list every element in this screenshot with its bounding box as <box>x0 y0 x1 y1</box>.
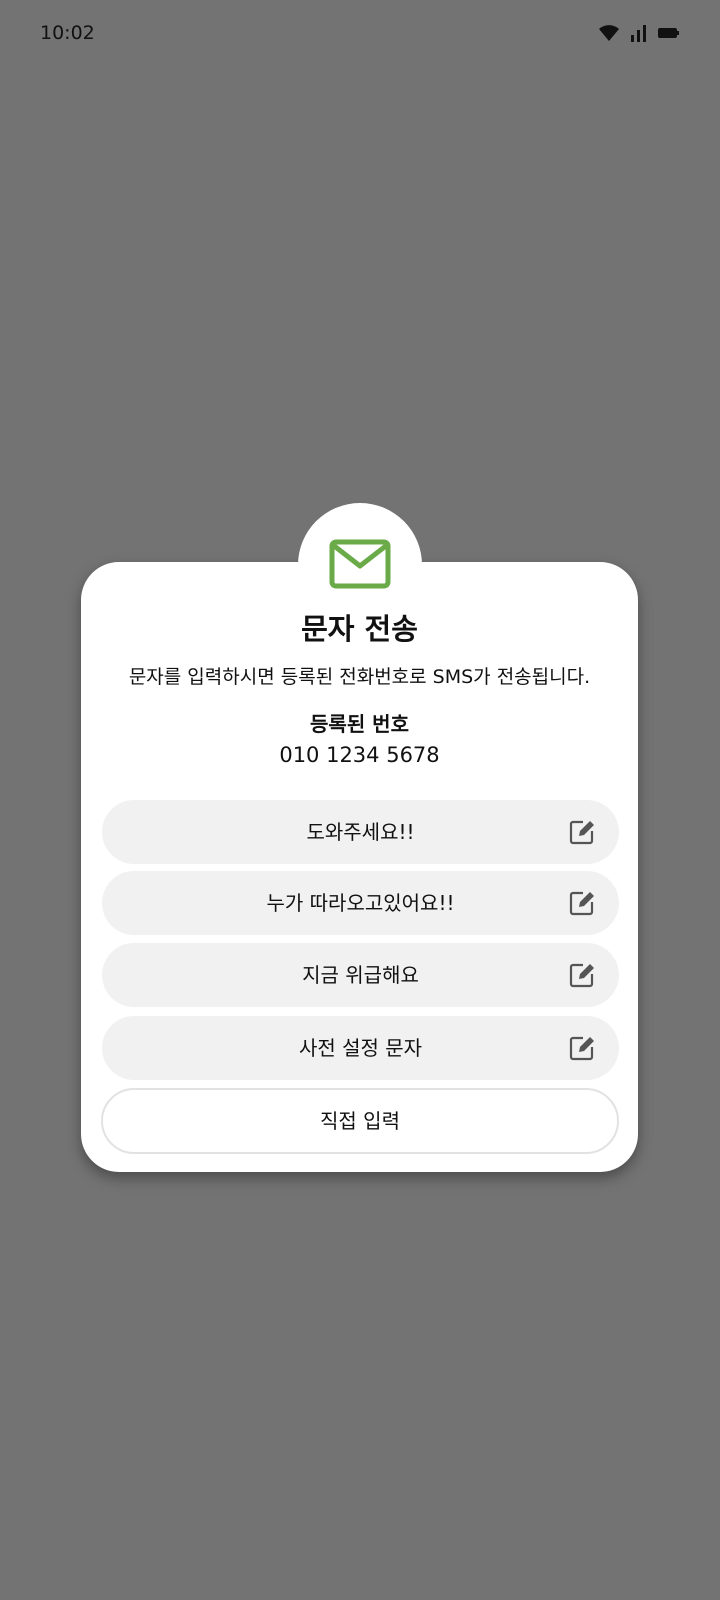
dialog-title: 문자 전송 <box>301 612 418 646</box>
wifi-icon <box>598 24 620 42</box>
status-time: 10:02 <box>40 22 95 44</box>
edit-icon[interactable] <box>569 819 595 845</box>
message-option-urgent[interactable]: 지금 위급해요 <box>102 943 619 1007</box>
message-option-label: 사전 설정 문자 <box>298 1036 423 1060</box>
sms-dialog <box>81 562 638 1172</box>
mail-icon <box>329 539 391 589</box>
message-option-label: 누가 따라오고있어요!! <box>266 891 455 915</box>
message-option-preset[interactable]: 사전 설정 문자 <box>102 1016 619 1080</box>
message-option-followed[interactable]: 누가 따라오고있어요!! <box>102 871 619 935</box>
status-bar: 10:02 <box>0 0 720 72</box>
edit-icon[interactable] <box>569 962 595 988</box>
battery-icon <box>658 26 680 40</box>
dialog-description: 문자를 입력하시면 등록된 전화번호로 SMS가 전송됩니다. <box>128 666 591 688</box>
message-option-label: 지금 위급해요 <box>302 963 419 987</box>
message-option-help[interactable]: 도와주세요!! <box>102 800 619 864</box>
registered-number-label: 등록된 번호 <box>310 712 409 736</box>
edit-icon[interactable] <box>569 1035 595 1061</box>
signal-icon <box>630 24 648 42</box>
edit-icon[interactable] <box>569 890 595 916</box>
message-option-label: 도와주세요!! <box>306 820 415 844</box>
direct-input-button[interactable]: 직접 입력 <box>101 1088 619 1154</box>
direct-input-label: 직접 입력 <box>320 1109 400 1133</box>
registered-number: 010 1234 5678 <box>279 743 440 767</box>
status-icons <box>598 24 680 42</box>
